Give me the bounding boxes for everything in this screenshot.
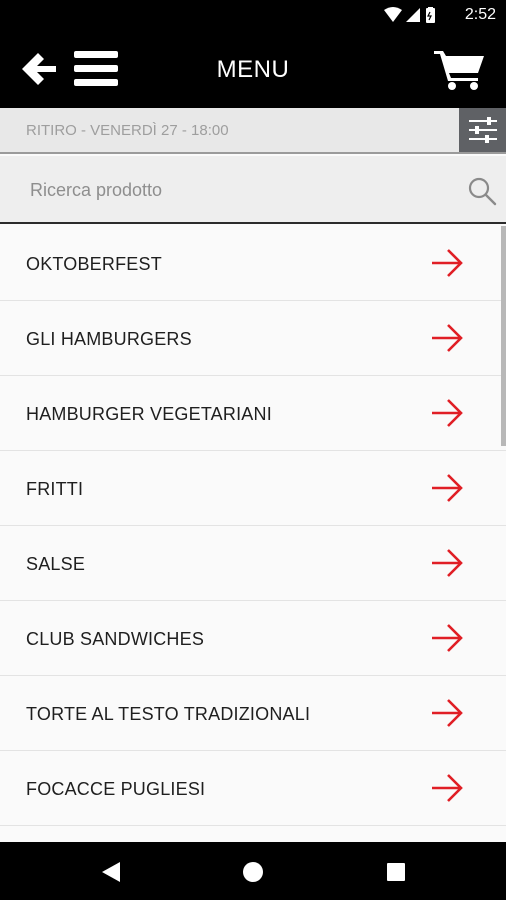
status-bar: 2:52 — [0, 0, 506, 30]
arrow-right-icon — [432, 549, 463, 577]
category-label: OKTOBERFEST — [26, 254, 162, 274]
page-title: MENU — [216, 56, 290, 83]
system-nav-bar — [0, 842, 506, 900]
search-icon[interactable] — [467, 176, 497, 206]
app-bar: MENU — [0, 30, 506, 108]
category-label: GLI HAMBURGERS — [26, 329, 192, 349]
arrow-right-icon — [432, 249, 463, 277]
arrow-right-icon — [432, 774, 463, 802]
list-item[interactable]: OKTOBERFEST — [0, 226, 506, 301]
list-item[interactable]: HAMBURGER VEGETARIANI — [0, 376, 506, 451]
category-label: CLUB SANDWICHES — [26, 629, 205, 649]
category-list: OKTOBERFEST GLI HAMBURGERS HAMBURGER VEG… — [0, 226, 506, 842]
search-input[interactable]: Ricerca prodotto — [30, 180, 162, 201]
list-item[interactable] — [0, 826, 506, 842]
signal-icon — [406, 8, 420, 22]
sliders-icon — [469, 117, 497, 143]
arrow-right-icon — [432, 624, 463, 652]
list-item[interactable]: TORTE AL TESTO TRADIZIONALI — [0, 676, 506, 751]
status-icons — [384, 7, 435, 23]
list-item[interactable]: FOCACCE PUGLIESI — [0, 751, 506, 826]
arrow-right-icon — [432, 474, 463, 502]
clock: 2:52 — [464, 6, 496, 23]
scrollbar[interactable] — [501, 226, 506, 446]
arrow-right-icon — [432, 699, 463, 727]
category-label: HAMBURGER VEGETARIANI — [26, 404, 272, 424]
filter-button[interactable] — [459, 108, 506, 152]
pickup-bar: RITIRO - VENERDÌ 27 - 18:00 — [0, 108, 506, 154]
cart-icon[interactable] — [434, 48, 484, 90]
search-bar[interactable]: Ricerca prodotto — [0, 156, 506, 224]
circle-home-icon[interactable] — [242, 861, 264, 883]
wifi-icon — [384, 7, 402, 22]
category-label: FRITTI — [26, 479, 84, 499]
square-recent-icon[interactable] — [386, 862, 406, 882]
arrow-right-icon — [432, 399, 463, 427]
category-label: TORTE AL TESTO TRADIZIONALI — [26, 704, 311, 724]
pickup-info: RITIRO - VENERDÌ 27 - 18:00 — [26, 122, 229, 139]
arrow-right-icon — [432, 324, 463, 352]
list-item[interactable]: GLI HAMBURGERS — [0, 301, 506, 376]
list-item[interactable]: SALSE — [0, 526, 506, 601]
battery-icon — [426, 7, 435, 23]
list-item[interactable]: FRITTI — [0, 451, 506, 526]
category-label: SALSE — [26, 554, 86, 574]
category-label: FOCACCE PUGLIESI — [26, 779, 206, 799]
list-item[interactable]: CLUB SANDWICHES — [0, 601, 506, 676]
triangle-back-icon[interactable] — [101, 861, 121, 883]
